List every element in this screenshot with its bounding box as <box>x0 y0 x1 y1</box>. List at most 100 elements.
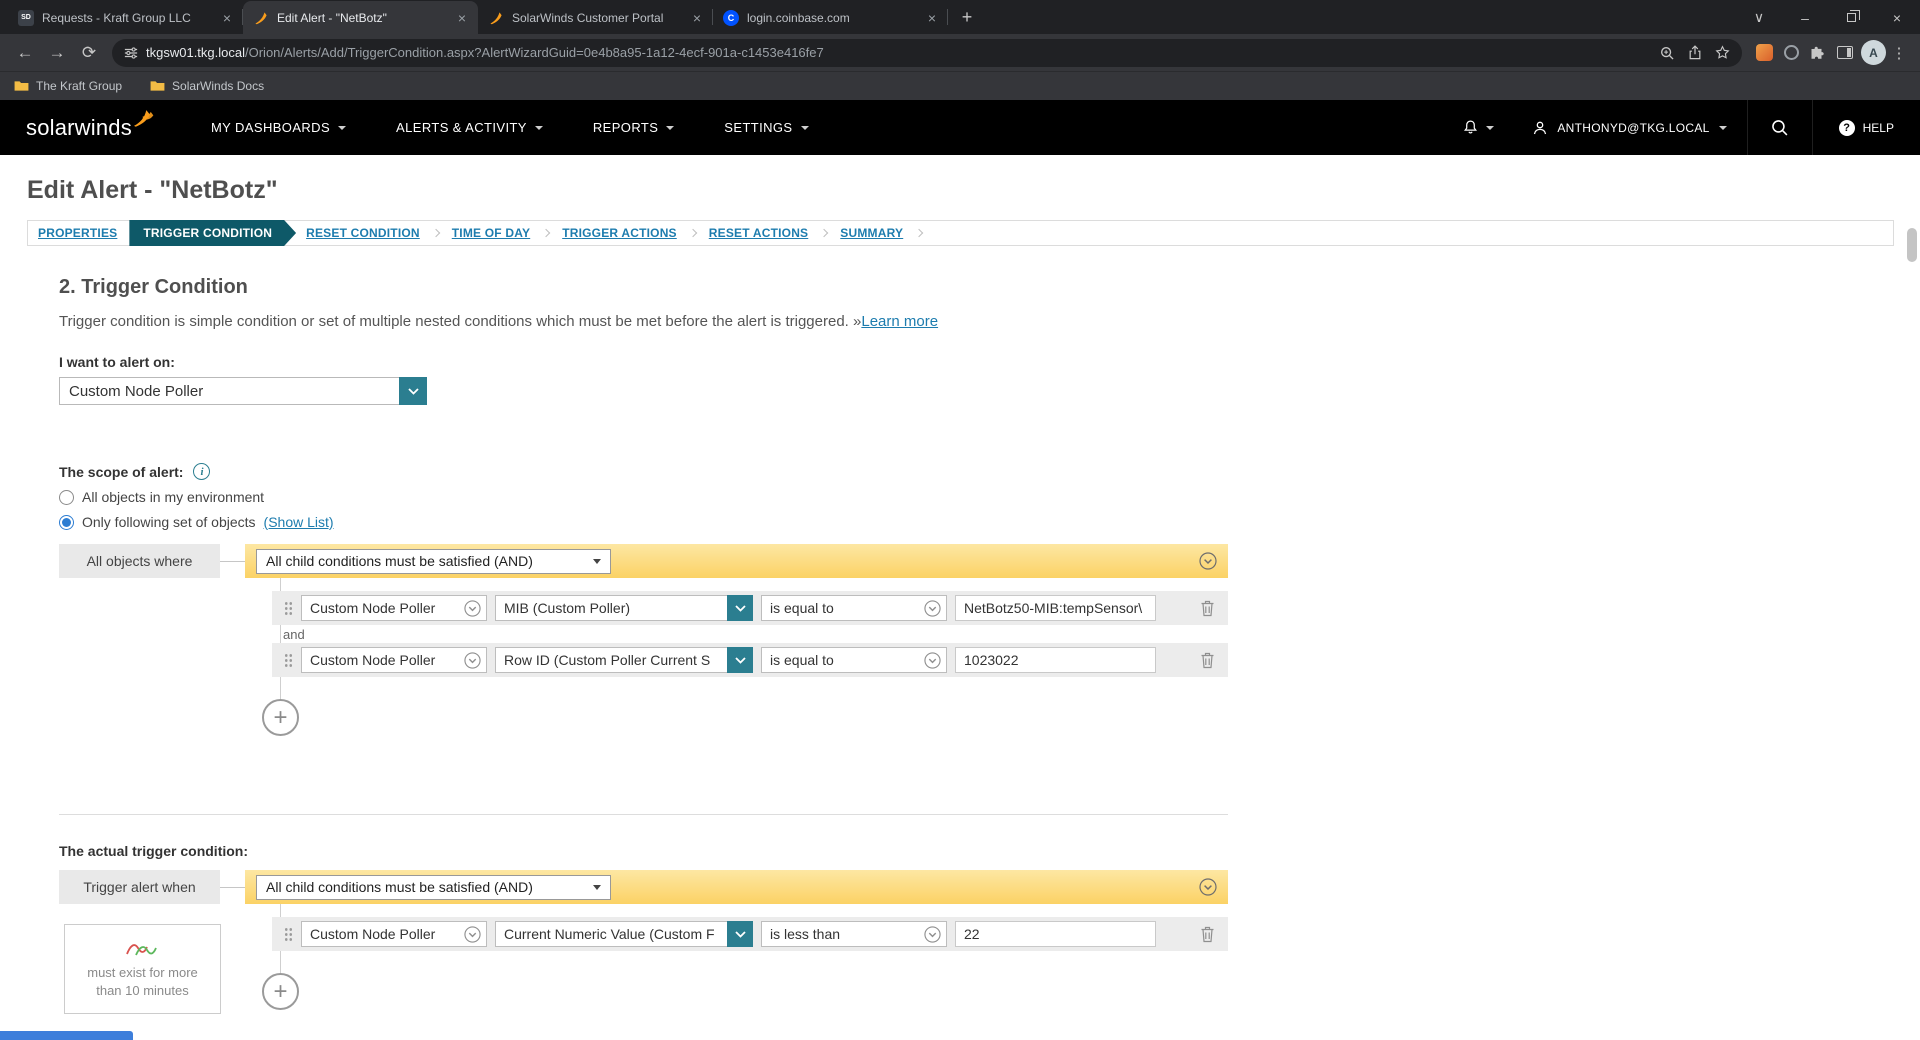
extensions-puzzle-icon[interactable] <box>1810 45 1826 61</box>
side-panel-icon[interactable] <box>1837 46 1853 59</box>
tab-requests[interactable]: SD Requests - Kraft Group LLC × <box>8 1 243 34</box>
add-condition-button[interactable]: + <box>262 699 299 736</box>
condition-row: Custom Node Poller Current Numeric Value… <box>272 917 1228 951</box>
info-icon[interactable]: i <box>193 463 211 480</box>
condition-field-select[interactable]: Row ID (Custom Poller Current S <box>495 647 753 673</box>
select-value: is equal to <box>770 652 834 668</box>
show-list-link[interactable]: (Show List) <box>264 514 334 530</box>
radio-icon[interactable] <box>59 489 74 505</box>
condition-object-select[interactable]: Custom Node Poller <box>301 921 487 947</box>
chevron-down-icon[interactable] <box>727 921 753 947</box>
condition-value-input[interactable] <box>955 647 1156 673</box>
chevron-down-icon[interactable] <box>399 377 427 405</box>
scope-condition-builder: All objects where All child conditions m… <box>59 544 1920 736</box>
drag-handle-icon[interactable] <box>284 652 293 668</box>
condition-operator-select[interactable]: is less than <box>761 921 947 947</box>
share-icon[interactable] <box>1688 45 1702 60</box>
step-trigger-actions[interactable]: TRIGGER ACTIONS <box>562 226 677 240</box>
radio-subset-objects[interactable]: Only following set of objects (Show List… <box>59 514 1920 530</box>
extension-icon[interactable] <box>1756 44 1773 61</box>
condition-value-input[interactable] <box>955 595 1156 621</box>
extension-icon[interactable] <box>1784 45 1799 60</box>
url-text[interactable]: tkgsw01.tkg.local/Orion/Alerts/Add/Trigg… <box>146 45 1641 60</box>
condition-field-select[interactable]: Current Numeric Value (Custom F <box>495 921 753 947</box>
wizard-steps: PROPERTIES TRIGGER CONDITION RESET CONDI… <box>27 220 1894 246</box>
chevron-down-circle-icon[interactable] <box>924 925 941 943</box>
chevron-down-circle-icon[interactable] <box>464 599 481 617</box>
delete-condition-button[interactable] <box>1196 597 1218 619</box>
step-reset-actions[interactable]: RESET ACTIONS <box>709 226 809 240</box>
tab-customer-portal[interactable]: SolarWinds Customer Portal × <box>478 1 713 34</box>
chevron-down-circle-icon[interactable] <box>464 925 481 943</box>
radio-all-objects[interactable]: All objects in my environment <box>59 489 1920 505</box>
nav-search-button[interactable] <box>1748 100 1812 155</box>
condition-object-select[interactable]: Custom Node Poller <box>301 647 487 673</box>
collapse-chevron-icon[interactable] <box>1199 878 1217 896</box>
condition-field-select[interactable]: MIB (Custom Poller) <box>495 595 753 621</box>
browser-menu-icon[interactable]: ⋮ <box>1888 44 1910 62</box>
chevron-down-icon <box>666 125 675 130</box>
tab-close-icon[interactable]: × <box>924 10 940 26</box>
condition-operator-select[interactable]: is equal to <box>761 647 947 673</box>
step-time-of-day[interactable]: TIME OF DAY <box>452 226 530 240</box>
chevron-down-icon[interactable] <box>727 595 753 621</box>
site-settings-icon[interactable] <box>124 46 138 60</box>
zoom-icon[interactable] <box>1659 45 1675 61</box>
condition-value-input[interactable] <box>955 921 1156 947</box>
browser-profile-avatar[interactable]: A <box>1861 40 1886 65</box>
radio-selected-icon[interactable] <box>59 514 74 530</box>
delete-condition-button[interactable] <box>1196 649 1218 671</box>
delete-condition-button[interactable] <box>1196 923 1218 945</box>
tab-edit-alert[interactable]: Edit Alert - "NetBotz" × <box>243 1 478 34</box>
back-button[interactable]: ← <box>10 38 40 68</box>
forward-button[interactable]: → <box>42 38 72 68</box>
step-summary[interactable]: SUMMARY <box>840 226 903 240</box>
condition-object-select[interactable]: Custom Node Poller <box>301 595 487 621</box>
scope-logic-select[interactable]: All child conditions must be satisfied (… <box>256 548 611 574</box>
chevron-down-circle-icon[interactable] <box>924 651 941 669</box>
tab-close-icon[interactable]: × <box>689 10 705 26</box>
condition-operator-select[interactable]: is equal to <box>761 595 947 621</box>
nav-settings[interactable]: SETTINGS <box>699 100 833 155</box>
sustained-condition-box[interactable]: must exist for more than 10 minutes <box>64 924 221 1014</box>
nav-reports[interactable]: REPORTS <box>568 100 699 155</box>
minimize-button[interactable]: – <box>1782 1 1828 34</box>
tab-close-icon[interactable]: × <box>454 10 470 26</box>
page-scrollbar-thumb[interactable] <box>1907 228 1917 262</box>
select-value: Custom Node Poller <box>310 600 436 616</box>
chevron-down-icon <box>1486 125 1495 130</box>
notifications-button[interactable] <box>1444 100 1512 155</box>
section-description: Trigger condition is simple condition or… <box>59 313 1920 330</box>
bookmark-kraft-group[interactable]: The Kraft Group <box>14 79 122 93</box>
nav-my-dashboards[interactable]: MY DASHBOARDS <box>186 100 371 155</box>
step-reset-condition[interactable]: RESET CONDITION <box>306 226 420 240</box>
new-tab-button[interactable]: + <box>954 4 980 30</box>
restore-button[interactable] <box>1828 1 1874 34</box>
tab-close-icon[interactable]: × <box>219 10 235 26</box>
bookmark-solarwinds-docs[interactable]: SolarWinds Docs <box>150 79 264 93</box>
learn-more-link[interactable]: Learn more <box>861 313 938 330</box>
drag-handle-icon[interactable] <box>284 600 293 616</box>
alert-on-select[interactable]: Custom Node Poller <box>59 377 427 405</box>
chevron-right-icon <box>431 228 441 238</box>
address-bar[interactable]: tkgsw01.tkg.local/Orion/Alerts/Add/Trigg… <box>112 38 1742 67</box>
solarwinds-logo[interactable]: solarwinds <box>0 110 186 141</box>
add-condition-button[interactable]: + <box>262 973 299 1010</box>
bookmark-label: SolarWinds Docs <box>172 79 265 93</box>
drag-handle-icon[interactable] <box>284 926 293 942</box>
tab-search-icon[interactable]: ∨ <box>1736 1 1782 34</box>
close-window-button[interactable]: × <box>1874 1 1920 34</box>
help-button[interactable]: ? HELP <box>1813 100 1920 155</box>
nav-alerts-activity[interactable]: ALERTS & ACTIVITY <box>371 100 568 155</box>
tab-coinbase[interactable]: C login.coinbase.com × <box>713 1 948 34</box>
user-menu[interactable]: ANTHONYD@TKG.LOCAL <box>1512 100 1746 155</box>
step-trigger-condition-active[interactable]: TRIGGER CONDITION <box>129 220 296 246</box>
chevron-down-circle-icon[interactable] <box>464 651 481 669</box>
chevron-down-circle-icon[interactable] <box>924 599 941 617</box>
reload-button[interactable]: ⟳ <box>74 38 104 68</box>
collapse-chevron-icon[interactable] <box>1199 552 1217 570</box>
bookmark-star-icon[interactable] <box>1715 45 1730 60</box>
step-properties[interactable]: PROPERTIES <box>38 226 117 240</box>
chevron-down-icon[interactable] <box>727 647 753 673</box>
trigger-logic-select[interactable]: All child conditions must be satisfied (… <box>256 874 611 900</box>
